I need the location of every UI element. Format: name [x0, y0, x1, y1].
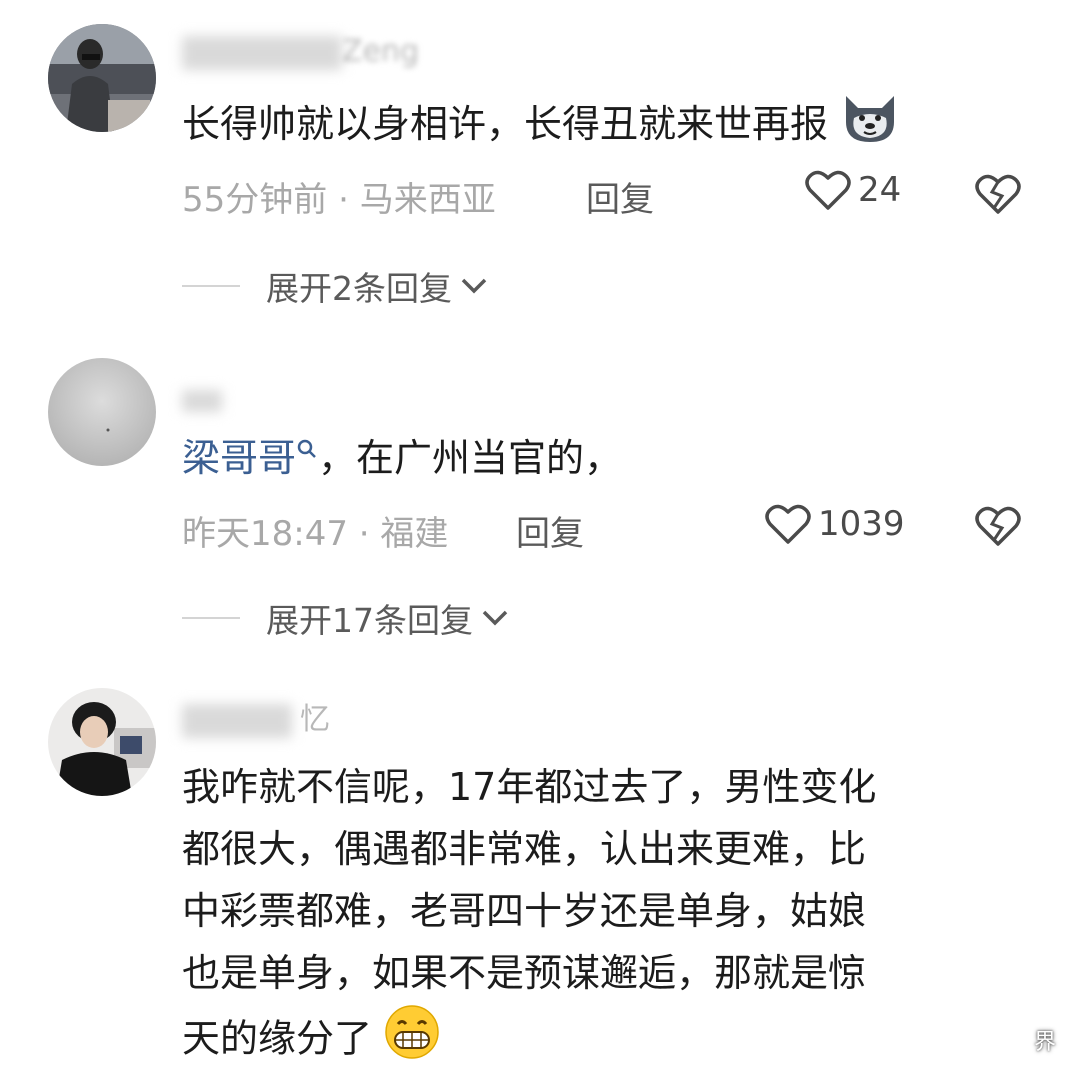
username[interactable]: Zeng [182, 34, 419, 70]
avatar[interactable] [48, 688, 156, 796]
location: 福建 [380, 514, 449, 554]
like-button[interactable]: 1039 [764, 502, 905, 546]
comment-line: 都很大，偶遇都非常难，认出来更难，比 [182, 827, 867, 871]
comment-3: 忆 我咋就不信呢，17年都过去了，男性变化 都很大，偶遇都非常难，认出来更难，比… [0, 670, 1080, 1076]
comment-text: 长得帅就以身相许，长得丑就来世再报 [182, 92, 900, 161]
comment-last-line: 天的缘分了 [182, 1004, 876, 1078]
chevron-down-icon [461, 278, 487, 294]
username-blur [182, 703, 292, 738]
timestamp: 55分钟前 [182, 180, 328, 220]
reply-button[interactable]: 回复 [586, 172, 654, 221]
comment-meta: 55分钟前 · 马来西亚 [182, 172, 496, 221]
timestamp: 昨天18:47 [182, 514, 348, 554]
avatar-photo [48, 24, 156, 132]
avatar-photo [48, 358, 156, 466]
expand-label: 展开2条回复 [266, 269, 452, 308]
mention-link[interactable]: 梁哥哥 [182, 436, 296, 480]
separator: · [347, 514, 381, 554]
heart-icon [805, 170, 851, 210]
comment-1: Zeng 长得帅就以身相许，长得丑就来世再报 55分钟前 · 马来西亚 回复 2… [0, 0, 1080, 330]
divider-line [182, 285, 240, 287]
search-icon[interactable] [296, 438, 318, 462]
divider-line [182, 617, 240, 619]
like-count: 24 [858, 170, 902, 210]
username[interactable]: 忆 [182, 694, 330, 738]
comment-line: 我咋就不信呢，17年都过去了，男性变化 [182, 765, 877, 809]
separator: · [327, 180, 360, 220]
heart-icon [765, 504, 811, 544]
reply-button[interactable]: 回复 [516, 506, 584, 555]
avatar[interactable] [48, 358, 156, 466]
comment-line: 也是单身，如果不是预谋邂逅，那就是惊 [182, 951, 867, 995]
avatar-photo [48, 688, 156, 796]
comment-body: ，在广州当官的， [318, 436, 623, 480]
chevron-down-icon [482, 610, 508, 626]
comment-line: 天的缘分了 [182, 1016, 373, 1061]
broken-heart-icon[interactable] [974, 504, 1022, 548]
comment-line: 中彩票都难，老哥四十岁还是单身，姑娘 [182, 889, 867, 933]
grinning-emoji [384, 1004, 440, 1078]
username-blur [182, 35, 342, 70]
expand-label: 展开17条回复 [266, 601, 473, 640]
username-blur [182, 389, 222, 412]
broken-heart-icon[interactable] [974, 172, 1022, 216]
expand-replies[interactable]: 展开2条回复 [182, 262, 488, 310]
comment-text: 梁哥哥 ，在广州当官的， [182, 428, 622, 488]
comment-body: 长得帅就以身相许，长得丑就来世再报 [182, 102, 829, 146]
location: 马来西亚 [359, 180, 496, 220]
comment-meta: 昨天18:47 · 福建 [182, 506, 448, 555]
comment-2: 梁哥哥 ，在广州当官的， 昨天18:47 · 福建 回复 1039 展开17条回复 [0, 330, 1080, 670]
expand-replies[interactable]: 展开17条回复 [182, 594, 509, 642]
username[interactable] [182, 382, 222, 417]
username-text: Zeng [342, 34, 420, 69]
username-text: 忆 [300, 702, 330, 737]
doge-wolf-emoji [840, 92, 900, 161]
avatar[interactable] [48, 24, 156, 132]
like-button[interactable]: 24 [804, 168, 901, 212]
like-count: 1039 [818, 504, 905, 544]
comment-text: 我咋就不信呢，17年都过去了，男性变化 都很大，偶遇都非常难，认出来更难，比 中… [182, 756, 876, 1078]
watermark: 界 [1033, 1030, 1058, 1055]
